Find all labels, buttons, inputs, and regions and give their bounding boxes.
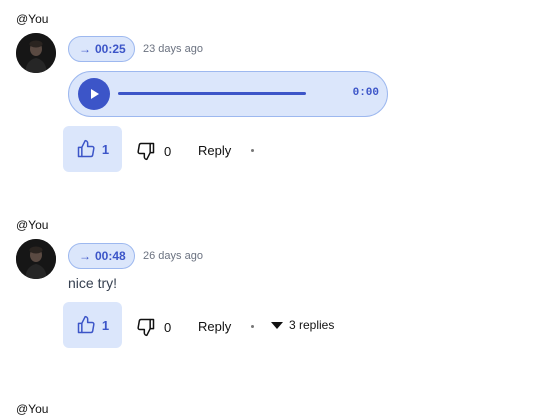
timestamp-label: 00:25	[95, 42, 126, 56]
comment-date: 26 days ago	[143, 250, 203, 262]
comment-text: nice try!	[68, 275, 118, 291]
audio-progress-track[interactable]	[118, 92, 306, 95]
thumbs-up-icon	[77, 315, 95, 334]
comment-author[interactable]: @You	[16, 12, 48, 26]
reply-button[interactable]: Reply	[198, 143, 231, 158]
view-replies-button[interactable]: 3 replies	[271, 318, 334, 332]
replies-count-label: 3 replies	[289, 318, 335, 332]
play-button[interactable]	[78, 78, 110, 110]
dislike-button[interactable]: 0	[136, 141, 171, 161]
audio-player: 0:00	[68, 71, 388, 117]
comment-author[interactable]: @You	[16, 402, 48, 416]
dislike-button[interactable]: 0	[136, 317, 171, 337]
audio-time: 0:00	[352, 87, 379, 99]
avatar[interactable]	[16, 33, 56, 73]
timestamp-link[interactable]: → 00:25	[68, 36, 135, 62]
like-button[interactable]: 1	[63, 126, 122, 172]
comment-date: 23 days ago	[143, 43, 203, 55]
thumbs-up-icon	[77, 139, 95, 158]
like-button[interactable]: 1	[63, 302, 122, 348]
avatar[interactable]	[16, 239, 56, 279]
separator-dot	[251, 149, 254, 152]
like-count: 1	[101, 141, 110, 157]
like-count: 1	[101, 317, 110, 333]
timestamp-link[interactable]: → 00:48	[68, 243, 135, 269]
separator-dot	[251, 325, 254, 328]
timestamp-label: 00:48	[95, 249, 126, 263]
thumbs-down-icon	[137, 318, 155, 337]
arrow-right-icon: →	[79, 42, 91, 56]
arrow-right-icon: →	[79, 249, 91, 263]
thumbs-down-icon	[137, 142, 155, 161]
dislike-count: 0	[164, 319, 172, 335]
play-icon	[91, 89, 99, 99]
comment-author[interactable]: @You	[16, 218, 48, 232]
reply-button[interactable]: Reply	[198, 319, 231, 334]
caret-down-icon	[271, 321, 283, 329]
dislike-count: 0	[164, 143, 172, 159]
